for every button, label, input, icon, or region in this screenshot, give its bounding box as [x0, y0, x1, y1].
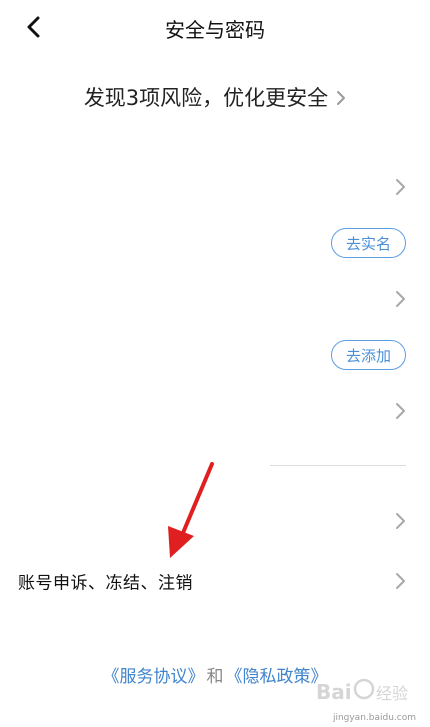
navbar: 安全与密码	[0, 0, 430, 56]
footer-conjunction: 和	[206, 667, 224, 687]
risk-banner-text: 发现3项风险，优化更安全	[83, 86, 329, 110]
chevron-right-icon	[396, 513, 405, 529]
add-button[interactable]: 去添加	[330, 340, 406, 370]
service-agreement-link[interactable]: 《服务协议》	[103, 667, 205, 687]
account-appeal-label: 账号申诉、冻结、注销	[18, 573, 193, 594]
verify-real-name-button[interactable]: 去实名	[330, 228, 406, 258]
svg-text:经验: 经验	[376, 684, 408, 703]
chevron-right-icon	[396, 403, 405, 419]
annotation-arrow-icon	[168, 462, 214, 558]
chevron-right-icon	[396, 573, 405, 589]
settings-row-5[interactable]	[0, 383, 430, 439]
risk-banner[interactable]: 发现3项风险，优化更安全	[0, 82, 430, 112]
settings-row-account-appeal[interactable]: 账号申诉、冻结、注销	[0, 553, 430, 609]
settings-row-real-name[interactable]: 去实名	[0, 215, 430, 271]
page-title: 安全与密码	[165, 18, 265, 42]
svg-text:Bai: Bai	[316, 680, 352, 704]
chevron-right-icon	[396, 291, 405, 307]
chevron-right-icon	[396, 179, 405, 195]
baidu-watermark-logo: Bai 经验	[316, 678, 408, 704]
settings-row-1[interactable]	[0, 159, 430, 215]
settings-row-add[interactable]: 去添加	[0, 327, 430, 383]
section-divider	[270, 465, 406, 466]
watermark-url: jingyan.baidu.com	[332, 713, 416, 723]
chevron-right-icon	[337, 91, 346, 105]
settings-row-3[interactable]	[0, 271, 430, 327]
